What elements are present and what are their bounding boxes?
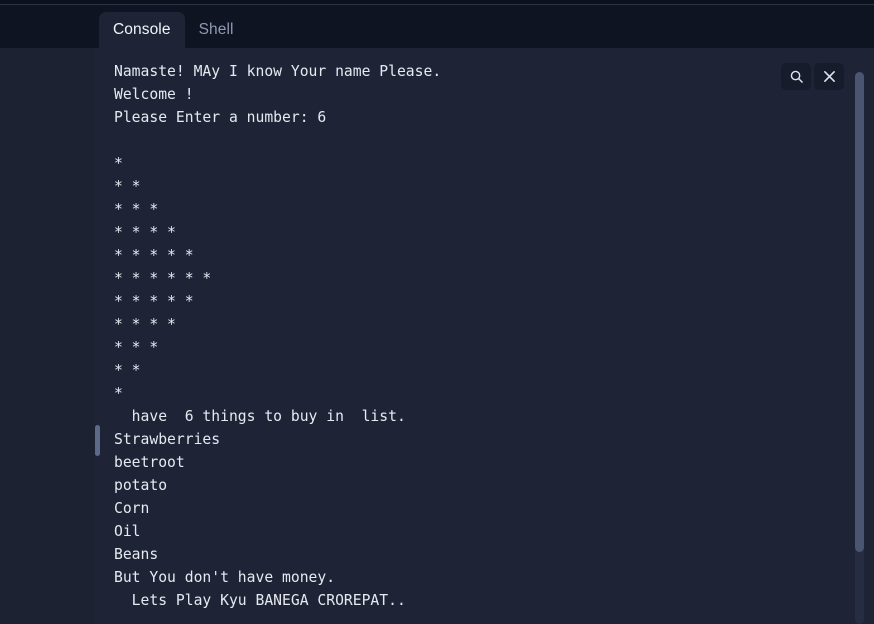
console-line: * * * * *: [114, 247, 194, 264]
console-line: * * * * *: [114, 293, 194, 310]
console-line: Strawberries: [114, 431, 221, 448]
console-line: * *: [114, 362, 141, 379]
console-line: * * * *: [114, 224, 176, 241]
console-line: potato: [114, 477, 168, 494]
console-line: Please Enter a number: 6: [114, 109, 327, 126]
tab-console[interactable]: Console: [99, 12, 185, 48]
console-line: *: [114, 155, 123, 172]
tab-shell[interactable]: Shell: [185, 12, 248, 48]
tab-list: Console Shell: [99, 5, 248, 48]
console-line: But You don't have money.: [114, 569, 336, 586]
search-icon: [789, 69, 804, 84]
search-button[interactable]: [781, 63, 811, 90]
console-line: beetroot: [114, 454, 185, 471]
console-app-window: Console Shell Namaste! MAy I know Your n…: [0, 0, 874, 624]
console-line: * * * *: [114, 316, 176, 333]
console-line: Namaste! MAy I know Your name Please.: [114, 63, 442, 80]
console-line: *: [114, 385, 123, 402]
console-line: * * *: [114, 339, 159, 356]
tab-bar: Console Shell: [0, 5, 874, 48]
console-line: * * *: [114, 201, 159, 218]
console-line: Oil: [114, 523, 141, 540]
close-button[interactable]: [814, 63, 844, 90]
console-action-buttons: [781, 63, 844, 90]
console-line: * *: [114, 178, 141, 195]
tab-console-label: Console: [113, 21, 171, 38]
console-line: have 6 things to buy in list.: [114, 408, 406, 425]
tab-shell-label: Shell: [198, 21, 234, 38]
console-output[interactable]: Namaste! MAy I know Your name Please. Wel…: [95, 48, 874, 624]
close-icon: [823, 70, 836, 83]
console-panel[interactable]: Namaste! MAy I know Your name Please. Wel…: [95, 48, 874, 624]
console-scrollbar-thumb[interactable]: [855, 72, 864, 552]
console-line: * * * * * *: [114, 270, 212, 287]
console-line: Lets Play Kyu BANEGA CROREPAT..: [114, 592, 406, 609]
console-line: Beans: [114, 546, 159, 563]
console-line: Welcome !: [114, 86, 194, 103]
left-side-panel: [0, 48, 95, 624]
console-line: Corn: [114, 500, 150, 517]
console-scrollbar-thumb-left[interactable]: [95, 425, 100, 456]
